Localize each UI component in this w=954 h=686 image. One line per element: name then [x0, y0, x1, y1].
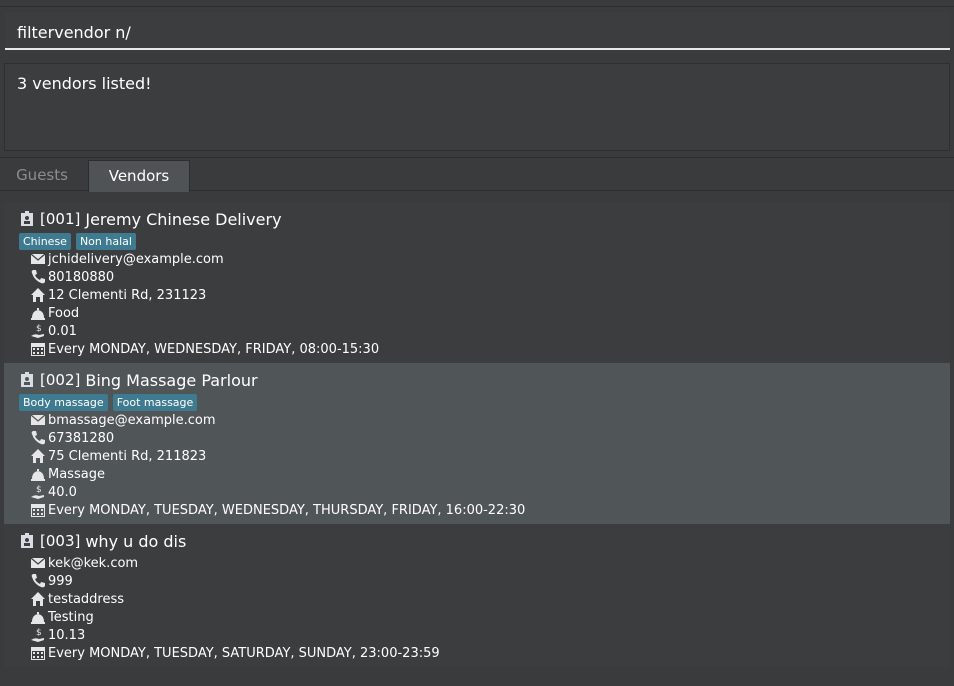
vendor-name: Jeremy Chinese Delivery	[85, 209, 282, 229]
vendor-header: [002] Bing Massage Parlour	[20, 370, 258, 390]
vendor-cost: $ 10.13	[30, 626, 85, 644]
vendor-header: [001] Jeremy Chinese Delivery	[20, 209, 282, 229]
envelope-icon	[30, 253, 46, 264]
vendor-card[interactable]: [003] why u do dis kek@kek.com 999 testa…	[4, 524, 950, 667]
money-hand-icon: $	[31, 324, 44, 338]
vendor-name: why u do dis	[85, 531, 187, 551]
envelope-icon	[30, 414, 46, 425]
vendor-tags: Chinese Non halal	[19, 233, 141, 250]
vendor-email: bmassage@example.com	[30, 411, 216, 429]
vendor-tags: Body massage Foot massage	[19, 394, 202, 411]
home-icon	[31, 592, 45, 606]
service-bell-icon	[31, 469, 45, 481]
vendor-card[interactable]: [001] Jeremy Chinese Delivery Chinese No…	[4, 202, 950, 363]
home-icon	[31, 449, 45, 463]
vendor-index: [003]	[40, 532, 81, 550]
phone-icon	[31, 270, 45, 284]
vendor-operating-hours: Every MONDAY, WEDNESDAY, FRIDAY, 08:00-1…	[30, 340, 379, 358]
vendor-email: jchidelivery@example.com	[30, 250, 224, 268]
tag: Body massage	[19, 394, 108, 411]
vendor-name: Bing Massage Parlour	[85, 370, 258, 390]
id-badge-icon	[21, 533, 33, 548]
command-input[interactable]: filtervendor n/	[5, 12, 950, 50]
home-icon	[31, 288, 45, 302]
vendor-service: Testing	[30, 608, 94, 626]
vendor-address: 75 Clementi Rd, 211823	[30, 447, 206, 465]
envelope-icon	[30, 557, 46, 568]
id-badge-icon	[21, 211, 33, 226]
vendor-index: [002]	[40, 371, 81, 389]
vendor-operating-hours: Every MONDAY, TUESDAY, WEDNESDAY, THURSD…	[30, 501, 525, 519]
command-input-text[interactable]: filtervendor n/	[17, 23, 131, 42]
vendor-address: 12 Clementi Rd, 231123	[30, 286, 206, 304]
result-display: 3 vendors listed!	[4, 63, 950, 151]
vendor-phone: 67381280	[30, 429, 114, 447]
calendar-icon	[31, 504, 45, 517]
vendor-address: testaddress	[30, 590, 124, 608]
menu-bar-remnant	[0, 0, 954, 7]
calendar-icon	[31, 647, 45, 660]
svg-text:$: $	[36, 628, 42, 638]
phone-icon	[31, 431, 45, 445]
vendor-card-selected[interactable]: [002] Bing Massage Parlour Body massage …	[4, 363, 950, 524]
vendor-list[interactable]: [001] Jeremy Chinese Delivery Chinese No…	[4, 202, 950, 667]
tab-guests[interactable]: Guests	[0, 160, 84, 192]
tag: Chinese	[19, 233, 71, 250]
vendor-email: kek@kek.com	[30, 554, 138, 572]
calendar-icon	[31, 343, 45, 356]
vendor-cost: $ 40.0	[30, 483, 77, 501]
svg-text:$: $	[36, 324, 42, 334]
vendor-service: Food	[30, 304, 79, 322]
svg-text:$: $	[36, 485, 42, 495]
result-message: 3 vendors listed!	[17, 74, 152, 93]
vendor-phone: 999	[30, 572, 73, 590]
id-badge-icon	[21, 372, 33, 387]
phone-icon	[31, 574, 45, 588]
tab-bar: Guests Vendors	[0, 157, 954, 192]
vendor-index: [001]	[40, 210, 81, 228]
vendor-phone: 80180880	[30, 268, 114, 286]
service-bell-icon	[31, 612, 45, 624]
service-bell-icon	[31, 308, 45, 320]
vendor-cost: $ 0.01	[30, 322, 77, 340]
vendor-service: Massage	[30, 465, 105, 483]
money-hand-icon: $	[31, 628, 44, 642]
tag: Foot massage	[112, 394, 198, 411]
vendor-operating-hours: Every MONDAY, TUESDAY, SATURDAY, SUNDAY,…	[30, 644, 440, 662]
tag: Non halal	[75, 233, 136, 250]
vendor-header: [003] why u do dis	[20, 531, 186, 551]
money-hand-icon: $	[31, 485, 44, 499]
tab-vendors[interactable]: Vendors	[88, 160, 190, 192]
